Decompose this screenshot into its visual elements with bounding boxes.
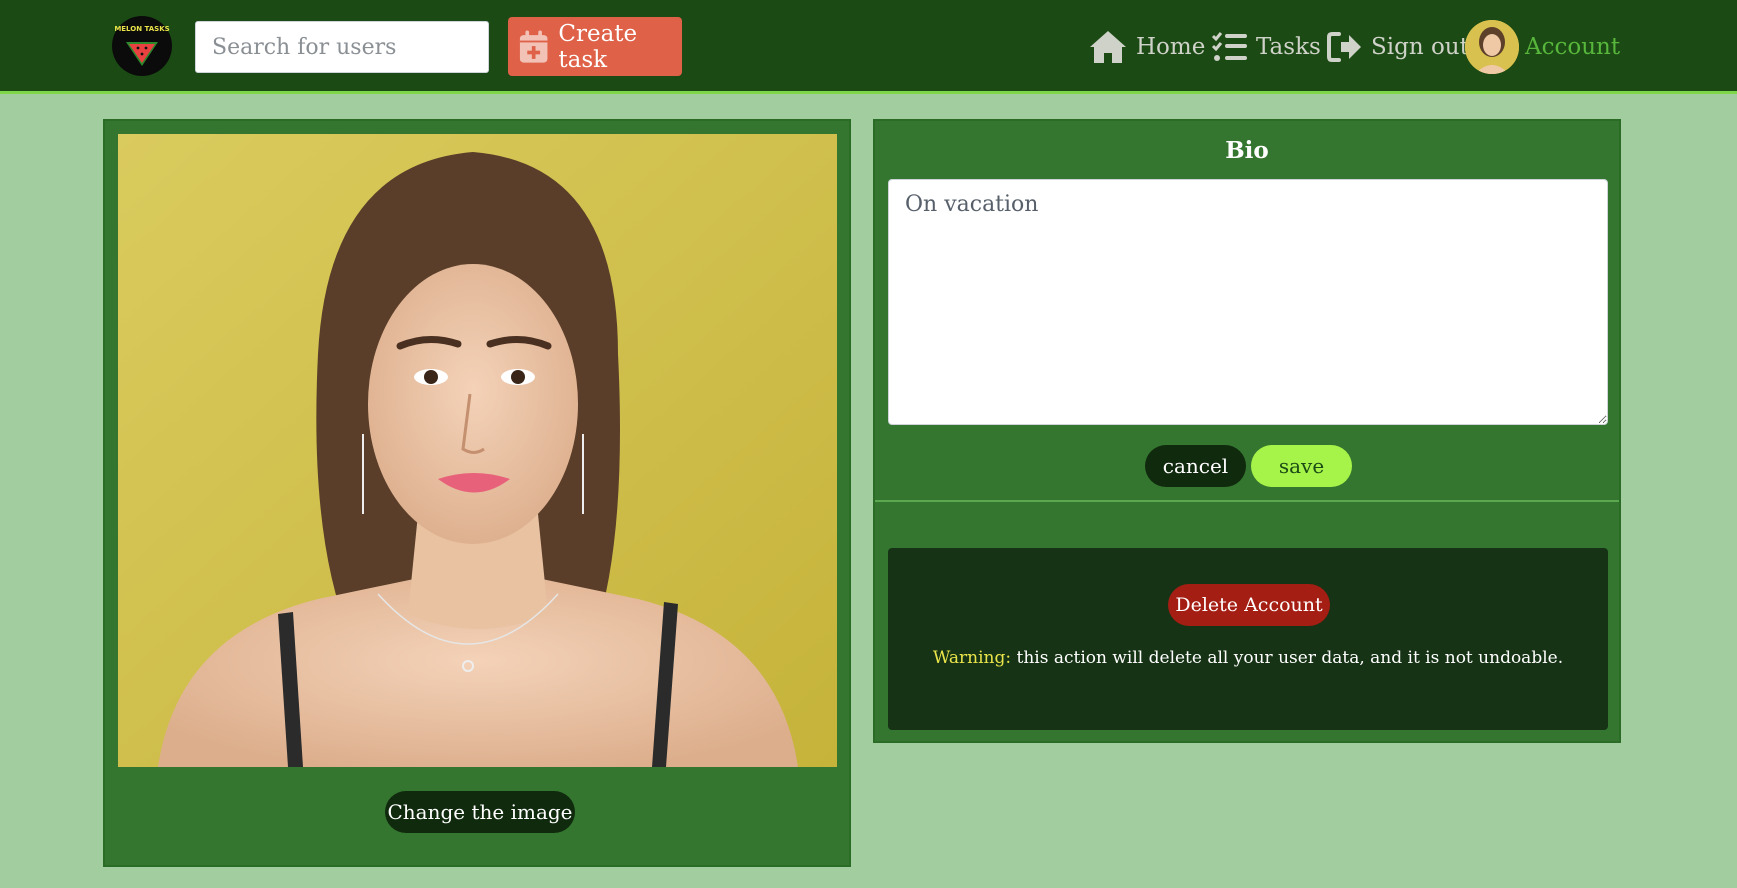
house-icon xyxy=(1090,31,1126,63)
section-divider xyxy=(875,500,1619,502)
calendar-plus-icon xyxy=(519,29,548,63)
nav-tasks-link[interactable]: Tasks xyxy=(1212,22,1321,72)
svg-text:MELON TASKS: MELON TASKS xyxy=(114,25,169,33)
bio-title: Bio xyxy=(1225,137,1269,164)
save-button[interactable]: save xyxy=(1251,445,1352,487)
delete-account-button[interactable]: Delete Account xyxy=(1168,584,1330,626)
nav-home-link[interactable]: Home xyxy=(1088,22,1205,72)
watermelon-logo-icon: MELON TASKS xyxy=(113,17,171,75)
tasks-checklist-icon xyxy=(1212,32,1247,61)
nav-sign-out-link[interactable]: Sign out xyxy=(1327,22,1469,72)
nav-tasks-label: Tasks xyxy=(1256,34,1321,60)
nav-sign-out-label: Sign out xyxy=(1371,34,1469,60)
change-image-button[interactable]: Change the image xyxy=(385,791,575,833)
warning-text: this action will delete all your user da… xyxy=(1011,648,1564,668)
create-task-label: Create task xyxy=(558,20,638,73)
search-users-input[interactable] xyxy=(195,21,489,73)
bio-card: Bio On vacation cancel save Delete Accou… xyxy=(873,119,1621,743)
profile-portrait-image xyxy=(118,134,837,767)
create-task-button[interactable]: Create task xyxy=(508,17,682,76)
delete-warning: Warning: this action will delete all you… xyxy=(888,648,1608,668)
melon-tasks-logo[interactable]: MELON TASKS xyxy=(112,16,172,76)
nav-home-label: Home xyxy=(1136,34,1206,60)
danger-zone: Delete Account Warning: this action will… xyxy=(888,548,1608,730)
sign-out-icon xyxy=(1327,32,1361,62)
profile-image-card: Change the image xyxy=(103,119,851,867)
warning-prefix: Warning: xyxy=(932,648,1012,668)
cancel-button[interactable]: cancel xyxy=(1145,445,1246,487)
bio-textarea[interactable]: On vacation xyxy=(888,179,1608,425)
profile-photo xyxy=(118,134,837,767)
nav-account-link[interactable]: Account xyxy=(1465,20,1621,74)
nav-account-label: Account xyxy=(1525,34,1621,60)
top-navbar: MELON TASKS Create task Home Tasks xyxy=(0,0,1737,94)
avatar xyxy=(1465,20,1519,74)
